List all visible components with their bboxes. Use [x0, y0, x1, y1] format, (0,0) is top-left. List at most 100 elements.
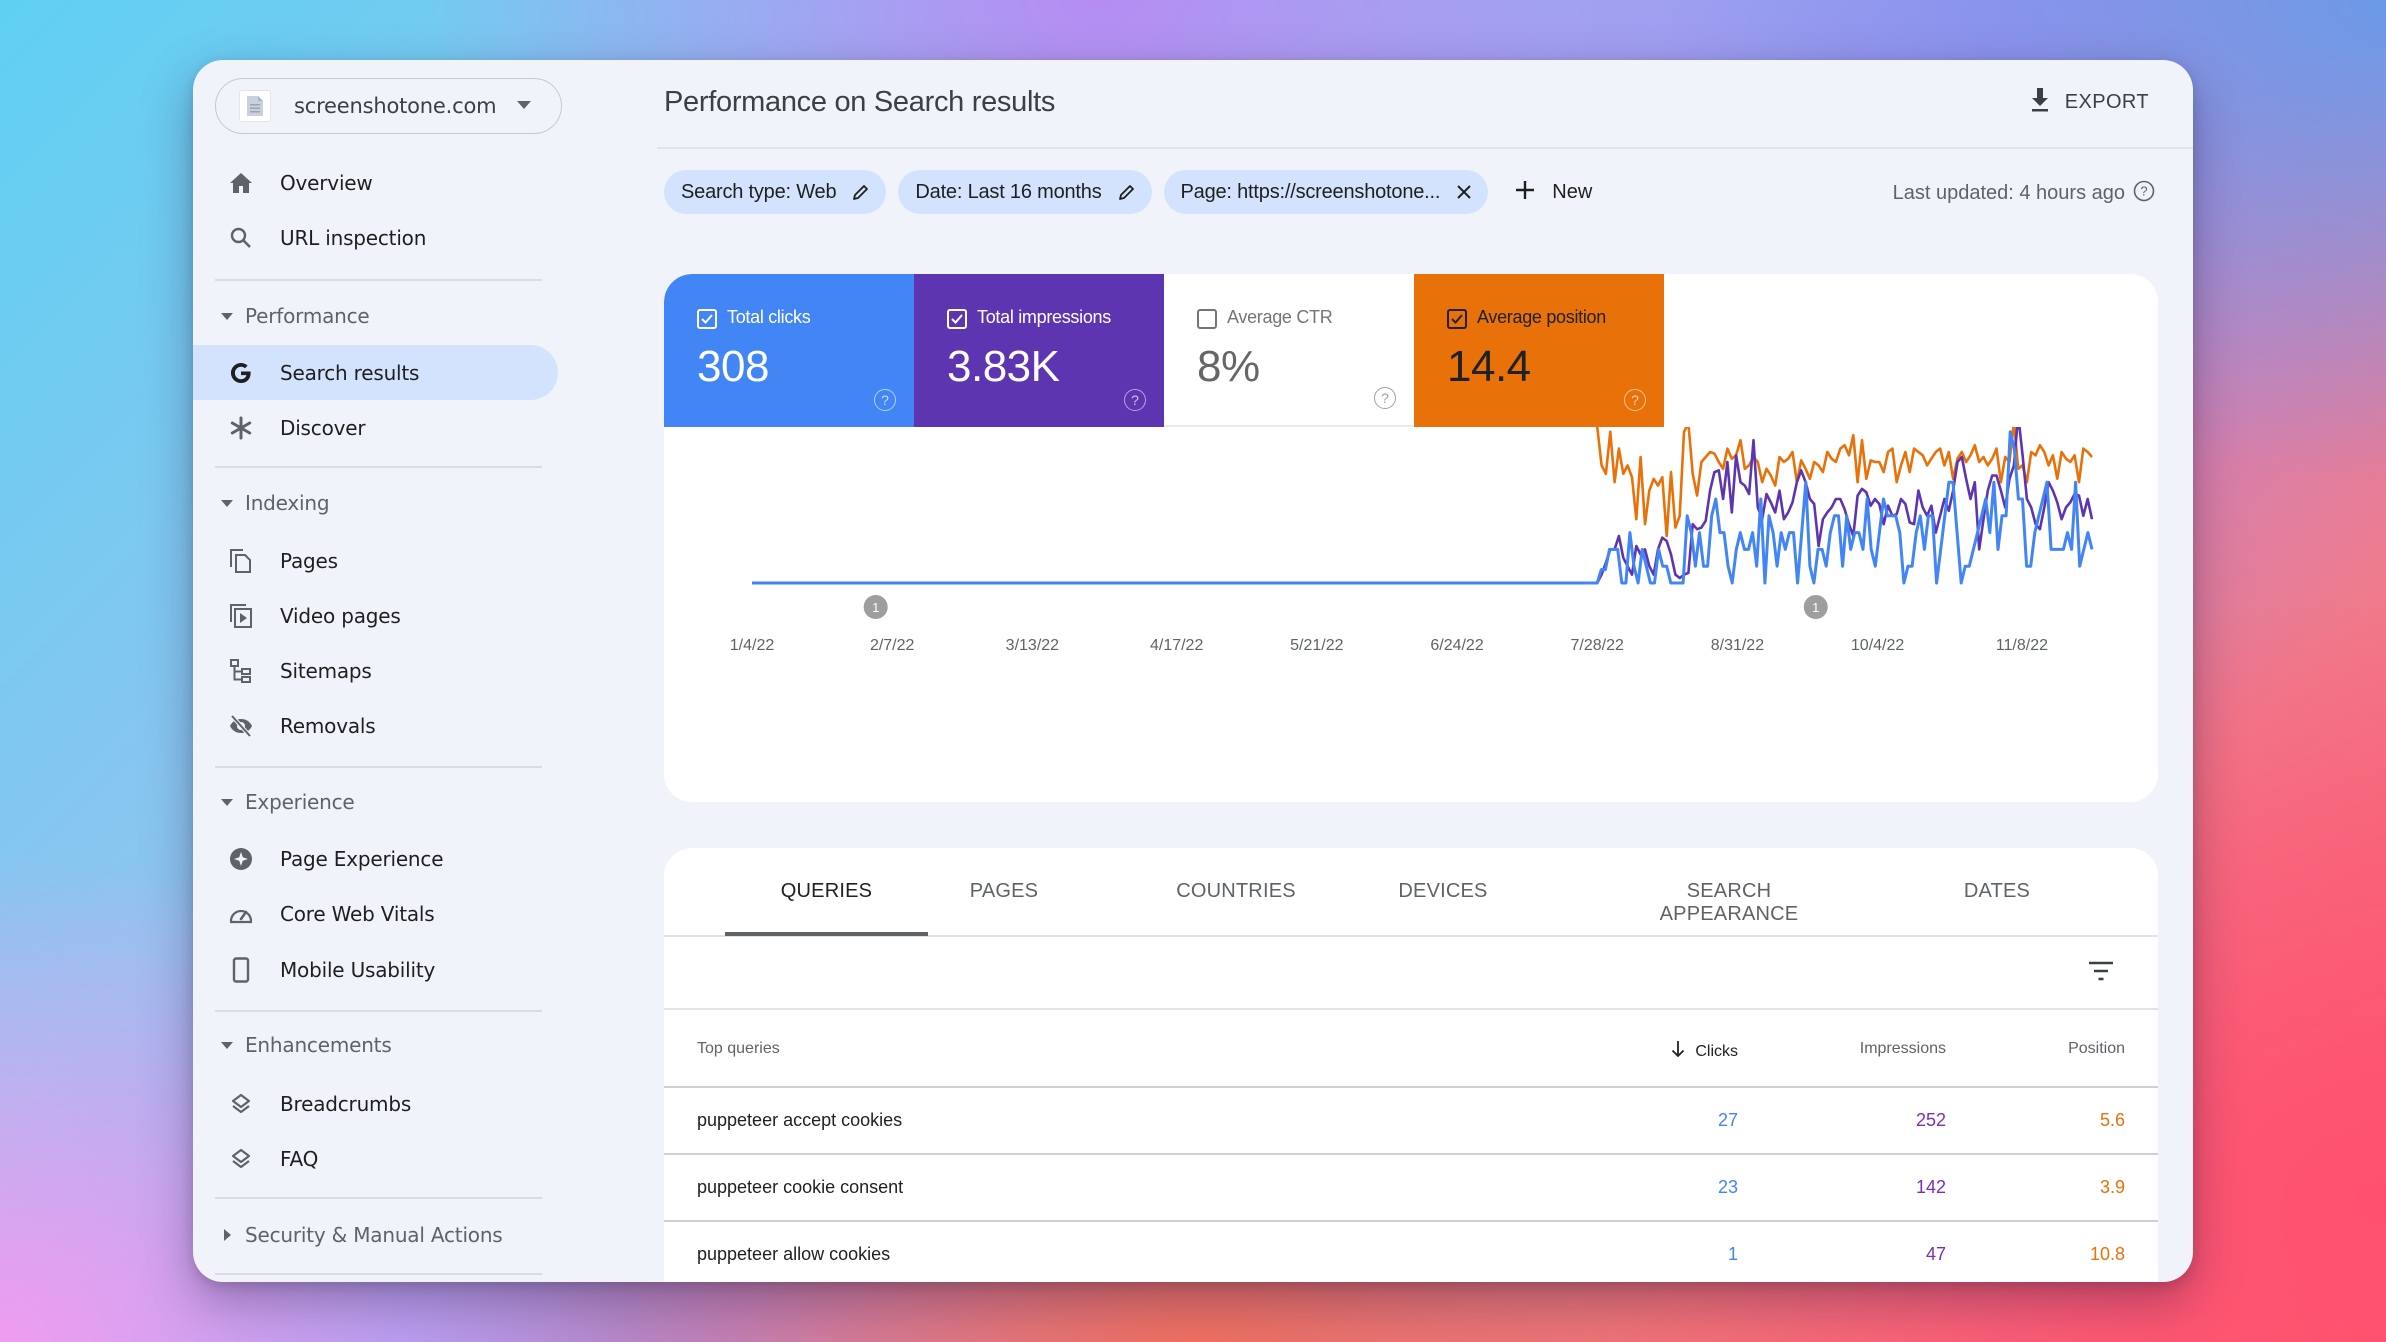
- sidebar-section-enhancements[interactable]: Enhancements: [221, 1030, 392, 1060]
- sidebar-item-faq[interactable]: FAQ: [193, 1131, 558, 1186]
- sidebar-section-security[interactable]: Security & Manual Actions: [221, 1220, 503, 1250]
- help-icon[interactable]: ?: [1374, 387, 1396, 409]
- sidebar-divider: [215, 766, 542, 768]
- sidebar-item-breadcrumbs[interactable]: Breadcrumbs: [193, 1076, 558, 1131]
- sidebar-item-core-web-vitals[interactable]: Core Web Vitals: [193, 886, 558, 941]
- sidebar-section-experience[interactable]: Experience: [221, 787, 355, 817]
- sidebar-item-label: URL inspection: [280, 225, 427, 250]
- table-row[interactable]: puppeteer allow cookies 1 47 10.8: [664, 1222, 2158, 1282]
- chevron-down-icon: [517, 101, 531, 109]
- metric-value: 14.4: [1447, 342, 1531, 391]
- x-tick-label: 6/24/22: [1430, 637, 1483, 654]
- tab-countries[interactable]: COUNTRIES: [1161, 880, 1311, 903]
- sidebar-item-pages[interactable]: Pages: [193, 533, 558, 588]
- main-content: Performance on Search results EXPORT Sea…: [657, 60, 2193, 1282]
- plus-icon: [1514, 179, 1536, 206]
- help-icon[interactable]: ?: [2133, 180, 2155, 207]
- sidebar-section-indexing[interactable]: Indexing: [221, 488, 330, 518]
- column-header-label: Clicks: [1695, 1042, 1738, 1060]
- impressions-cell: 252: [1915, 1110, 1946, 1130]
- help-icon[interactable]: ?: [1624, 389, 1646, 411]
- document-icon: [239, 90, 271, 122]
- tab-devices[interactable]: DEVICES: [1378, 880, 1508, 903]
- metric-total-impressions[interactable]: Total impressions 3.83K ?: [914, 274, 1164, 427]
- sidebar-item-discover[interactable]: Discover: [193, 400, 558, 455]
- data-table-card: QUERIES PAGES COUNTRIES DEVICES SEARCH A…: [664, 848, 2158, 1282]
- edit-icon[interactable]: [1118, 183, 1136, 201]
- pages-icon: [228, 548, 254, 574]
- filter-chip-search-type[interactable]: Search type: Web: [664, 170, 887, 214]
- header-divider: [657, 147, 2193, 149]
- tab-search-appearance[interactable]: SEARCH APPEARANCE: [1617, 880, 1841, 926]
- download-icon: [2029, 87, 2051, 118]
- metric-average-ctr[interactable]: Average CTR 8% ?: [1164, 274, 1414, 427]
- section-title: Enhancements: [245, 1033, 392, 1057]
- sidebar-item-overview[interactable]: Overview: [193, 155, 558, 210]
- checkbox-unchecked-icon[interactable]: [1197, 309, 1217, 329]
- position-cell: 10.8: [2089, 1244, 2125, 1264]
- performance-chart-card: Total clicks 308 ? Total impressions 3.8…: [664, 274, 2158, 802]
- home-icon: [228, 170, 254, 196]
- active-tab-indicator: [725, 932, 928, 936]
- sidebar-divider: [215, 1197, 542, 1199]
- edit-icon[interactable]: [852, 183, 870, 201]
- metric-label: Total clicks: [727, 307, 811, 327]
- checkbox-checked-icon[interactable]: [947, 309, 967, 329]
- caret-down-icon: [221, 798, 233, 806]
- filter-chip-page[interactable]: Page: https://screenshotone...: [1163, 170, 1489, 214]
- export-button[interactable]: EXPORT: [2029, 87, 2149, 118]
- tab-queries[interactable]: QUERIES: [764, 880, 889, 903]
- table-filter-row: [664, 937, 2158, 1010]
- checkbox-checked-icon[interactable]: [1447, 309, 1467, 329]
- column-header-position[interactable]: Position: [2068, 1040, 2125, 1058]
- video-pages-icon: [228, 603, 254, 629]
- clicks-cell: 23: [1717, 1177, 1738, 1197]
- annotation-label: 1: [872, 600, 879, 615]
- column-header-impressions[interactable]: Impressions: [1860, 1040, 1946, 1058]
- new-filter-button[interactable]: New: [1514, 179, 1592, 206]
- metric-label: Total impressions: [977, 307, 1111, 327]
- column-header-clicks[interactable]: Clicks: [1671, 1040, 1738, 1063]
- column-header-query[interactable]: Top queries: [697, 1040, 780, 1058]
- metric-value: 308: [697, 342, 769, 391]
- sidebar-item-page-experience[interactable]: Page Experience: [193, 831, 558, 886]
- metric-average-position[interactable]: Average position 14.4 ?: [1414, 274, 1664, 427]
- property-selector[interactable]: screenshotone.com: [215, 78, 562, 134]
- metric-cards: Total clicks 308 ? Total impressions 3.8…: [664, 274, 1664, 427]
- sidebar-item-url-inspection[interactable]: URL inspection: [193, 210, 558, 265]
- help-icon[interactable]: ?: [1124, 389, 1146, 411]
- sidebar-item-label: Page Experience: [280, 846, 444, 871]
- x-tick-label: 10/4/22: [1851, 637, 1904, 654]
- help-icon[interactable]: ?: [874, 389, 896, 411]
- sidebar-item-removals[interactable]: Removals: [193, 698, 558, 753]
- sidebar-divider: [215, 279, 542, 281]
- sidebar-item-video-pages[interactable]: Video pages: [193, 588, 558, 643]
- tab-dates[interactable]: DATES: [1952, 880, 2042, 903]
- sidebar: screenshotone.com Overview URL inspectio…: [193, 60, 603, 1282]
- checkbox-checked-icon[interactable]: [697, 309, 717, 329]
- layers-icon: [228, 1091, 254, 1117]
- sidebar-item-label: Overview: [280, 170, 373, 195]
- x-tick-label: 5/21/22: [1290, 637, 1343, 654]
- sidebar-item-label: Core Web Vitals: [280, 901, 435, 926]
- metric-total-clicks[interactable]: Total clicks 308 ?: [664, 274, 914, 427]
- phone-icon: [228, 956, 254, 983]
- last-updated-text: Last updated: 4 hours ago: [1892, 182, 2125, 204]
- export-label: EXPORT: [2064, 91, 2149, 113]
- sidebar-item-sitemaps[interactable]: Sitemaps: [193, 643, 558, 698]
- layers-icon: [228, 1146, 254, 1172]
- annotation-label: 1: [1812, 600, 1819, 615]
- sidebar-item-mobile-usability[interactable]: Mobile Usability: [193, 942, 558, 997]
- query-cell: puppeteer allow cookies: [697, 1244, 891, 1264]
- table-row[interactable]: puppeteer accept cookies 27 252 5.6: [664, 1088, 2158, 1155]
- close-icon[interactable]: [1456, 184, 1472, 200]
- sidebar-section-performance[interactable]: Performance: [221, 301, 370, 331]
- filter-chip-date[interactable]: Date: Last 16 months: [898, 170, 1152, 214]
- table-row[interactable]: puppeteer cookie consent 23 142 3.9: [664, 1155, 2158, 1222]
- filter-icon[interactable]: [2088, 961, 2114, 986]
- sidebar-item-search-results[interactable]: Search results: [193, 345, 558, 400]
- last-updated: Last updated: 4 hours ago ?: [1893, 180, 2155, 207]
- query-cell: puppeteer cookie consent: [697, 1177, 904, 1197]
- sidebar-item-label: Video pages: [280, 603, 401, 628]
- tab-pages[interactable]: PAGES: [959, 880, 1049, 903]
